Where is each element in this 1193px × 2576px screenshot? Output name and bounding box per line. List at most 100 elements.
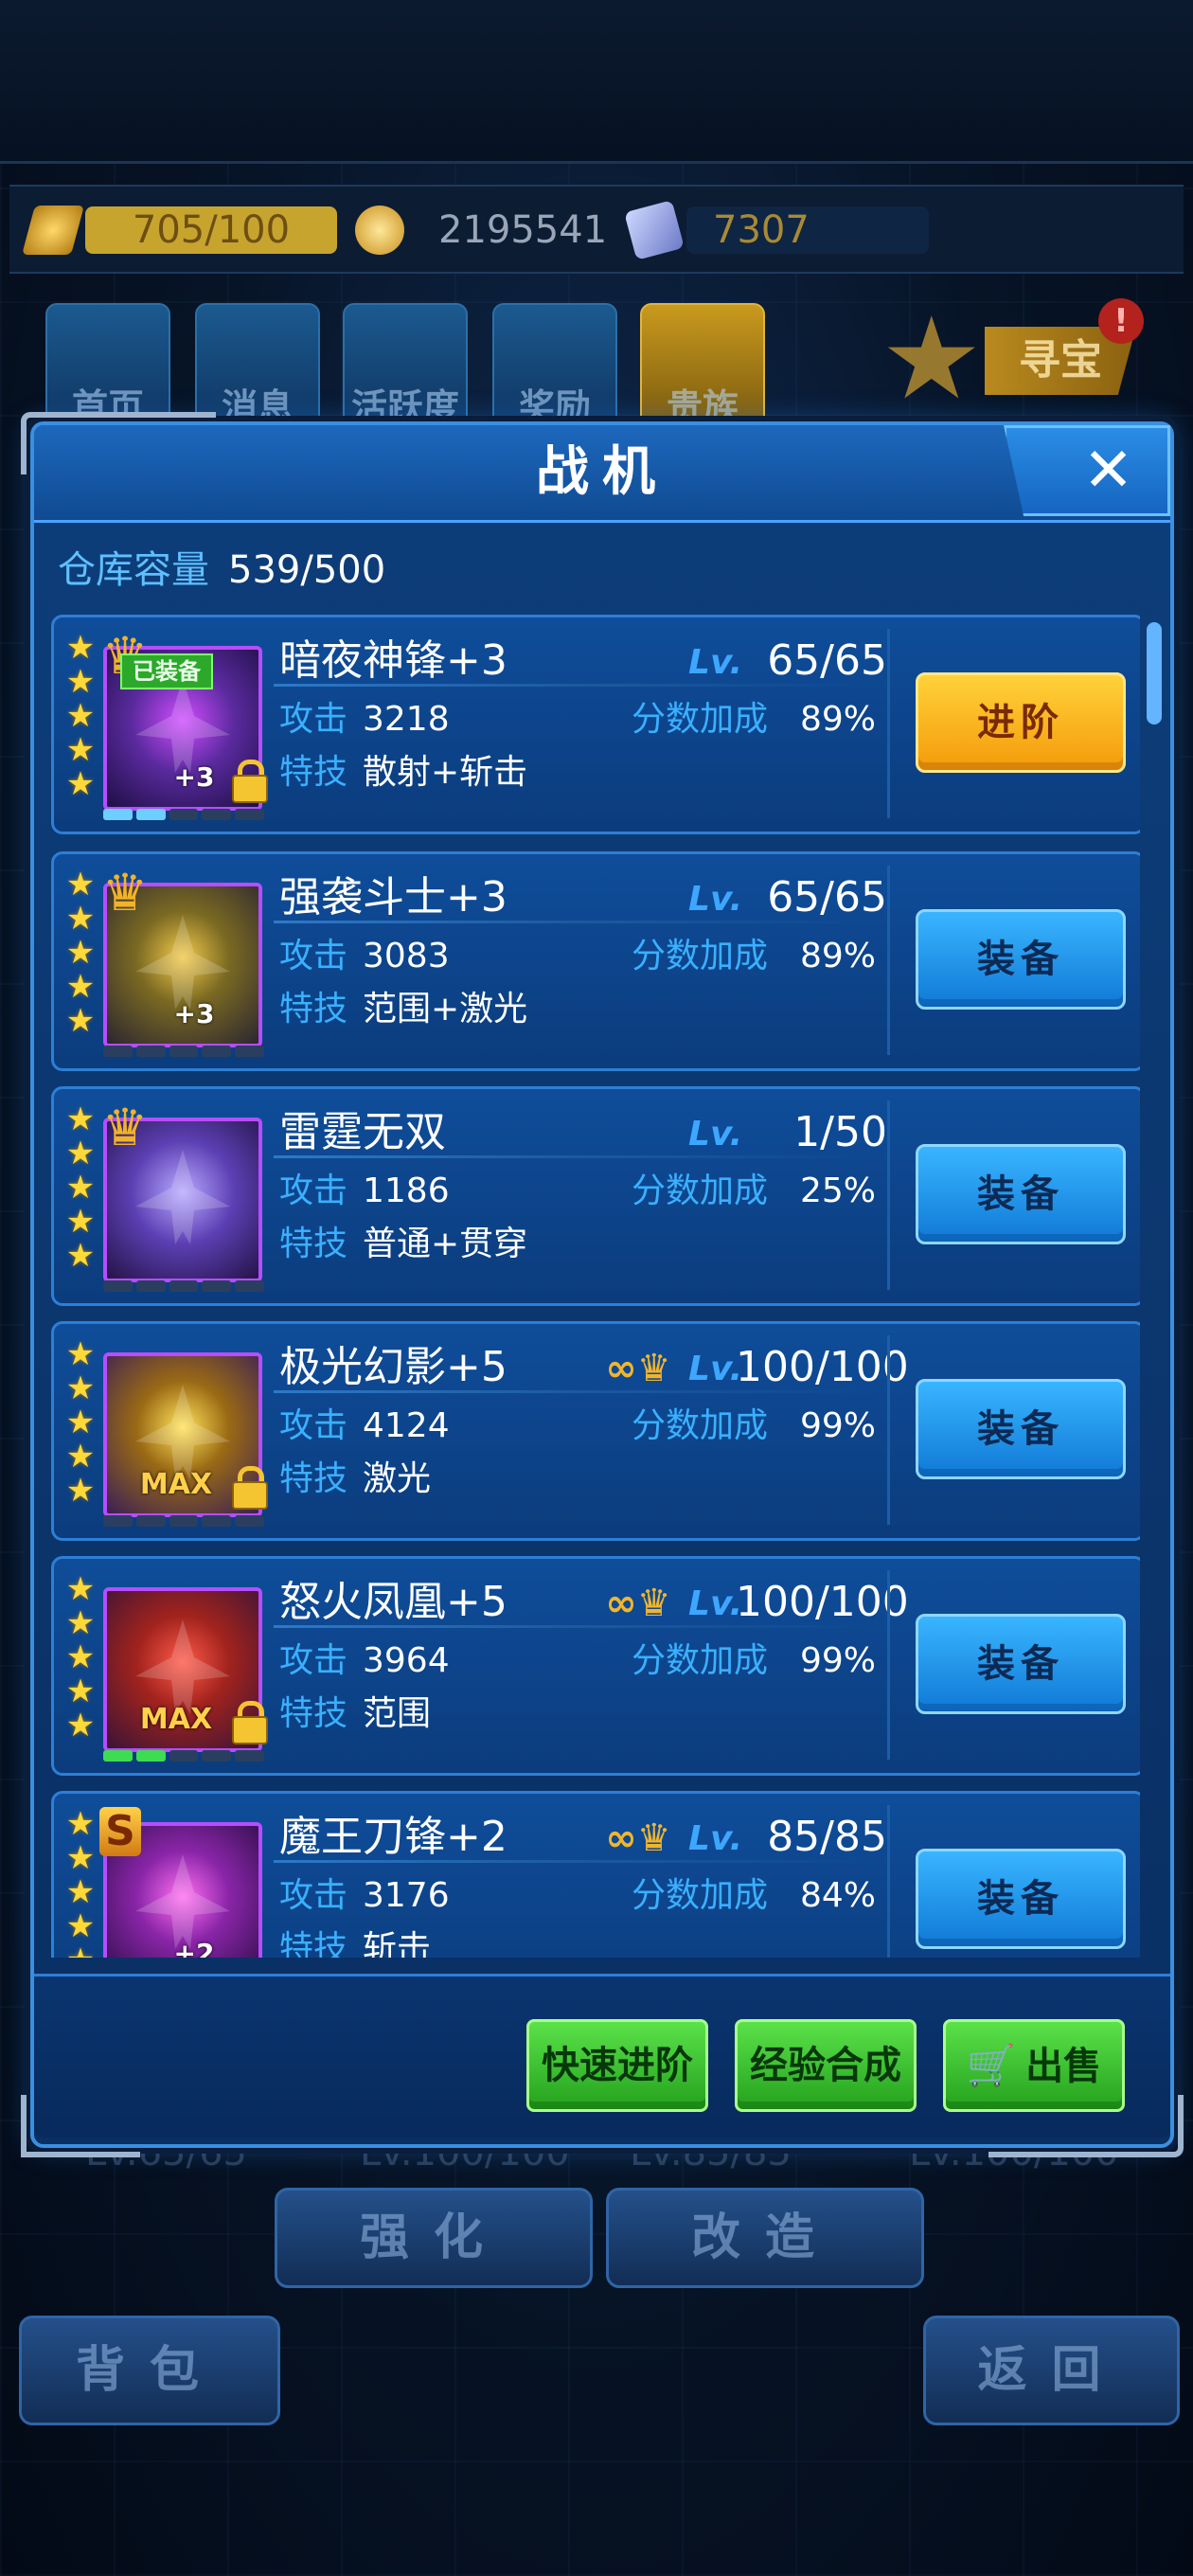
- exp-merge-button[interactable]: 经验合成: [735, 2019, 917, 2112]
- fighter-name: 暗夜神锋+3: [279, 636, 507, 685]
- nav-messages: 消息: [195, 303, 320, 428]
- card-divider: [887, 1570, 890, 1760]
- fighter-card[interactable]: ★ ★ ★ ★ ★ MAX 极光幻影+5 ∞♛ Lv. 100/100 攻击 4124 分数加成 99% 特…: [51, 1321, 1140, 1541]
- notification-badge: !: [1098, 298, 1144, 344]
- fighter-card[interactable]: ★★★★★♛+3已装备暗夜神锋+3Lv.65/65攻击3218分数加成89%特技…: [51, 615, 1140, 834]
- score-bonus-value: 25%: [800, 1172, 877, 1210]
- score-bonus-value: 99%: [800, 1641, 877, 1680]
- score-bonus-value: 89%: [800, 937, 877, 975]
- fighter-name: 魔王刀锋+2: [279, 1813, 507, 1861]
- upgrade-pip: [103, 1280, 133, 1292]
- equip-button[interactable]: 装备: [916, 1379, 1126, 1479]
- fighter-card[interactable]: ★ ★ ★ ★ ★ ♛ 雷霆无双 Lv. 1/50 攻击 1186 分数加成 25% 特技 普通+贯穿 装备: [51, 1086, 1140, 1306]
- lock-icon[interactable]: [230, 760, 268, 803]
- skill-label: 特技: [279, 1225, 348, 1263]
- energy-value: 705/100: [85, 206, 337, 254]
- fighter-card[interactable]: ★★★★★S+2魔王刀锋+2∞♛Lv.85/85攻击3176分数加成84%特技斩…: [51, 1791, 1140, 1958]
- equip-button[interactable]: 装备: [916, 1614, 1126, 1714]
- equip-button[interactable]: 装备: [916, 1849, 1126, 1949]
- fighter-card[interactable]: ★ ★ ★ ★ ★ ♛ +3 强袭斗士+3 Lv. 65/65 攻击 3083 分数加成 89% 特技 范围+…: [51, 851, 1140, 1071]
- advance-button[interactable]: 进阶: [916, 672, 1126, 773]
- nav-activity: 活跃度: [343, 303, 468, 428]
- skill-value: 激光: [363, 1459, 432, 1498]
- max-tag: MAX: [139, 1468, 213, 1501]
- star-icon: ★: [65, 1805, 96, 1843]
- level-value: 100/100: [736, 1578, 909, 1626]
- bg-back-button: 返回: [923, 2316, 1180, 2425]
- chain-crown-icon: ∞♛: [605, 1582, 671, 1625]
- list-scrollbar[interactable]: [1147, 622, 1162, 1948]
- upgrade-pip: [103, 809, 133, 820]
- attack-label: 攻击: [279, 1406, 348, 1445]
- skill-label: 特技: [279, 1929, 348, 1958]
- score-bonus-label: 分数加成: [632, 700, 769, 739]
- star-icon: ★: [65, 1839, 96, 1877]
- skill-value: 普通+贯穿: [363, 1225, 528, 1263]
- background-title: [312, 19, 881, 85]
- quick-advance-button[interactable]: 快速进阶: [526, 2019, 708, 2112]
- plus-tag: +3: [173, 761, 215, 793]
- upgrade-pip: [169, 1280, 199, 1292]
- upgrade-pip: [202, 1046, 232, 1057]
- gold-coin-icon: [355, 206, 404, 255]
- upgrade-pip: [135, 809, 166, 820]
- lock-icon[interactable]: [230, 1701, 268, 1744]
- star-icon: ★: [65, 1335, 96, 1373]
- star-rating: ★★★★★: [63, 1572, 98, 1743]
- fighter-list[interactable]: ★★★★★♛+3已装备暗夜神锋+3Lv.65/65攻击3218分数加成89%特技…: [51, 615, 1140, 1958]
- star-icon: ★: [65, 1404, 96, 1441]
- upgrade-pip: [103, 1515, 133, 1527]
- score-bonus-label: 分数加成: [632, 1406, 769, 1445]
- card-divider: [887, 1100, 890, 1290]
- star-rating: ★★★★★: [63, 631, 98, 801]
- bg-enhance-button: 强化: [275, 2188, 593, 2288]
- gold-value: 2195541: [438, 208, 608, 252]
- card-divider: [887, 866, 890, 1055]
- skill-value: 散射+斩击: [363, 753, 528, 792]
- star-icon: ★: [65, 1673, 96, 1710]
- bg-bag-button: 背包: [19, 2316, 280, 2425]
- star-icon: ★: [65, 1707, 96, 1744]
- upgrade-pip: [135, 1750, 166, 1762]
- upgrade-pip: [135, 1046, 166, 1057]
- card-divider: [887, 1335, 890, 1525]
- star-icon: ★: [65, 1604, 96, 1642]
- upgrade-pip: [202, 1280, 232, 1292]
- sell-button[interactable]: 🛒 出售: [943, 2019, 1125, 2112]
- attack-value: 3964: [363, 1641, 450, 1680]
- lock-icon[interactable]: [230, 1466, 268, 1510]
- upgrade-pip: [235, 1750, 264, 1762]
- attack-label: 攻击: [279, 1641, 348, 1680]
- star-rating: ★★★★★: [63, 1102, 98, 1273]
- upgrade-pip: [235, 1280, 264, 1292]
- scroll-thumb[interactable]: [1147, 622, 1162, 724]
- upgrade-pips: [103, 1750, 264, 1763]
- close-button[interactable]: ✕: [1004, 425, 1170, 516]
- diamond-value: 7307: [686, 206, 929, 254]
- star-icon: ★: [65, 697, 96, 735]
- score-bonus-label: 分数加成: [632, 1641, 769, 1680]
- fighter-name: 极光幻影+5: [279, 1343, 507, 1391]
- attack-value: 3176: [363, 1876, 450, 1915]
- skill-label: 特技: [279, 1694, 348, 1733]
- crown-icon: ♛: [101, 863, 149, 922]
- equip-button[interactable]: 装备: [916, 909, 1126, 1010]
- upgrade-pip: [135, 1280, 166, 1292]
- star-icon: ★: [65, 1135, 96, 1172]
- diamond-resource: 7307: [624, 200, 929, 260]
- score-bonus-value: 89%: [800, 700, 877, 739]
- fighter-card[interactable]: ★ ★ ★ ★ ★ MAX 怒火凤凰+5 ∞♛ Lv. 100/100 攻击 3964 分数加成 99% 特…: [51, 1556, 1140, 1776]
- card-divider: [887, 629, 890, 818]
- diamond-ticket-icon: [624, 200, 685, 260]
- nav-home: 首页: [45, 303, 170, 428]
- storage-capacity: 仓库容量 539/500: [58, 544, 385, 597]
- skill-label: 特技: [279, 1459, 348, 1498]
- attack-label: 攻击: [279, 937, 348, 975]
- upgrade-pips: [103, 809, 264, 822]
- star-icon: ★: [65, 1907, 96, 1945]
- attack-value: 3083: [363, 937, 450, 975]
- upgrade-pip: [169, 1046, 199, 1057]
- equip-button[interactable]: 装备: [916, 1144, 1126, 1244]
- gold-resource: 2195541: [355, 206, 633, 255]
- card-divider: [887, 1805, 890, 1958]
